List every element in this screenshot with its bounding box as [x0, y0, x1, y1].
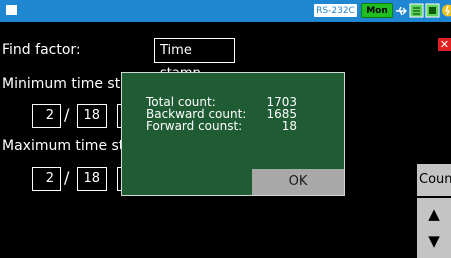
- min-day-field[interactable]: 18: [77, 104, 107, 128]
- ok-button[interactable]: OK: [252, 169, 344, 195]
- max-day-field[interactable]: 18: [77, 167, 107, 191]
- menu-icon[interactable]: [6, 5, 17, 15]
- min-month-field[interactable]: 2: [32, 104, 61, 128]
- find-factor-select[interactable]: Time stamp: [154, 38, 235, 81]
- usb-icon: [396, 6, 407, 16]
- find-factor-label: Find factor:: [2, 42, 81, 58]
- mon-badge: Mon: [361, 3, 393, 18]
- min-date-separator: /: [64, 105, 70, 124]
- max-date-separator: /: [64, 168, 70, 187]
- result-dialog: Total count: 1703 Backward count: 1685 F…: [121, 72, 345, 196]
- max-time-label: Maximum time star: [2, 138, 139, 154]
- forward-count-label: Forward counst:: [146, 119, 243, 133]
- max-month-field[interactable]: 2: [32, 167, 61, 191]
- count-button[interactable]: Count: [417, 164, 451, 196]
- down-arrow-button[interactable]: ▼: [417, 225, 451, 258]
- sd-card-icon: [425, 3, 440, 18]
- rs232c-badge: RS-232C: [313, 3, 358, 18]
- network-icon: [409, 3, 424, 18]
- power-icon: [442, 4, 451, 17]
- close-icon[interactable]: ✕: [438, 38, 451, 51]
- forward-count-value: 18: [281, 119, 297, 133]
